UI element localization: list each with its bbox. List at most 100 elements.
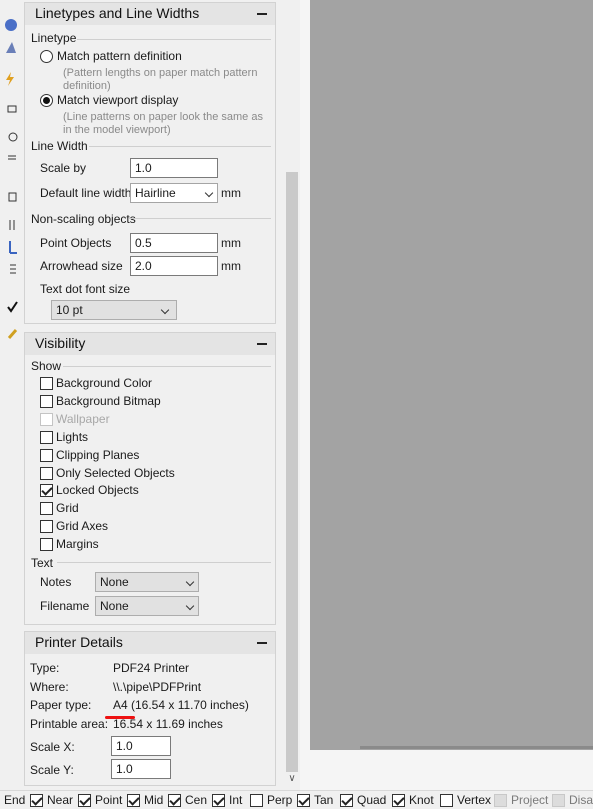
cone-tool-icon[interactable]	[2, 40, 18, 54]
grid-label[interactable]: Grid	[56, 501, 79, 515]
osnap-mid-checkbox[interactable]	[127, 794, 140, 808]
osnap-near[interactable]: Near	[30, 793, 73, 808]
osnap-perp-checkbox[interactable]	[250, 794, 263, 808]
chevron-down-icon	[185, 601, 195, 611]
printable-area-label: Printable area:	[30, 717, 109, 731]
circle-tool-icon[interactable]	[2, 130, 18, 144]
align-tool-icon[interactable]	[2, 240, 18, 254]
lightning-tool-icon[interactable]	[2, 72, 18, 86]
match-pattern-radio[interactable]	[40, 50, 53, 63]
osnap-int-label: Int	[229, 793, 243, 807]
osnap-near-checkbox[interactable]	[30, 794, 43, 808]
arrowhead-size-label: Arrowhead size	[40, 259, 123, 273]
osnap-int-checkbox[interactable]	[212, 794, 225, 808]
section-divider	[57, 562, 271, 563]
osnap-vertex-checkbox[interactable]	[440, 794, 453, 808]
lights-label[interactable]: Lights	[56, 430, 88, 444]
scale-by-input[interactable]: 1.0	[130, 158, 218, 178]
locked-objects-label[interactable]: Locked Objects	[56, 483, 139, 497]
scroll-down-icon[interactable]: ∨	[286, 772, 298, 786]
collapse-icon[interactable]	[257, 642, 267, 644]
grid-axes-checkbox[interactable]	[40, 520, 53, 533]
osnap-end[interactable]: End	[4, 793, 25, 808]
osnap-point[interactable]: Point	[78, 793, 122, 808]
filename-label: Filename	[40, 599, 90, 613]
rectangle-tool-icon[interactable]	[2, 102, 18, 116]
match-viewport-label[interactable]: Match viewport display	[57, 93, 178, 107]
text-section-label: Text	[31, 556, 54, 570]
osnap-vertex[interactable]: Vertex	[440, 793, 491, 808]
layout-viewport[interactable]	[310, 0, 593, 750]
osnap-int[interactable]: Int	[212, 793, 242, 808]
default-line-width-unit: mm	[221, 186, 241, 200]
point-objects-input[interactable]: 0.5	[130, 233, 218, 253]
filename-select[interactable]: None	[95, 596, 199, 616]
clipping-planes-checkbox[interactable]	[40, 449, 53, 462]
viewport-horizontal-scrollbar[interactable]	[360, 746, 593, 749]
line-width-section-label: Line Width	[31, 139, 88, 153]
osnap-mid-label: Mid	[144, 793, 164, 807]
wallpaper-label: Wallpaper	[56, 412, 110, 426]
dimension-tool-icon[interactable]	[2, 150, 18, 164]
match-viewport-radio[interactable]	[40, 94, 53, 107]
margins-checkbox[interactable]	[40, 538, 53, 551]
transform-tool-icon[interactable]	[2, 218, 18, 232]
pencil-tool-icon[interactable]	[2, 326, 18, 340]
notes-label: Notes	[40, 575, 72, 589]
osnap-knot-checkbox[interactable]	[392, 794, 405, 808]
notes-select[interactable]: None	[95, 572, 199, 592]
match-viewport-hint: (Line patterns on paper look the same as…	[63, 111, 263, 136]
arrowhead-size-unit: mm	[221, 259, 241, 273]
text-dot-font-size-select[interactable]: 10 pt	[51, 300, 177, 320]
collapse-icon[interactable]	[257, 343, 267, 345]
linetypes-panel-header[interactable]: Linetypes and Line Widths	[25, 3, 275, 25]
osnap-knot[interactable]: Knot	[392, 793, 434, 808]
margins-label[interactable]: Margins	[56, 537, 99, 551]
osnap-project[interactable]: Project	[494, 793, 548, 808]
sphere-tool-icon[interactable]	[2, 18, 18, 32]
grid-axes-label[interactable]: Grid Axes	[56, 519, 108, 533]
scrollbar-thumb[interactable]	[286, 172, 298, 772]
box-tool-icon[interactable]	[2, 190, 18, 204]
text-dot-font-size-value: 10 pt	[56, 303, 83, 317]
osnap-disable-label: Disab	[569, 793, 593, 807]
scale-x-input[interactable]: 1.0	[111, 736, 171, 756]
non-scaling-section-label: Non-scaling objects	[31, 212, 136, 226]
printer-details-panel: Printer Details Type: PDF24 Printer Wher…	[24, 631, 276, 786]
default-line-width-label: Default line width	[40, 186, 132, 200]
background-color-checkbox[interactable]	[40, 377, 53, 390]
scale-y-input[interactable]: 1.0	[111, 759, 171, 779]
background-bitmap-label[interactable]: Background Bitmap	[56, 394, 161, 408]
osnap-project-checkbox[interactable]	[494, 794, 507, 808]
osnap-mid[interactable]: Mid	[127, 793, 163, 808]
locked-objects-checkbox[interactable]	[40, 484, 53, 497]
osnap-perp[interactable]: Perp	[250, 793, 292, 808]
grid-tool-icon[interactable]	[2, 262, 18, 276]
osnap-disable[interactable]: Disab	[552, 793, 593, 808]
paper-size-value: A4	[113, 698, 128, 712]
osnap-cen-checkbox[interactable]	[168, 794, 181, 808]
background-bitmap-checkbox[interactable]	[40, 395, 53, 408]
filename-value: None	[100, 599, 129, 613]
printable-area-value: 16.54 x 11.69 inches	[113, 717, 223, 731]
osnap-tan[interactable]: Tan	[297, 793, 333, 808]
lights-checkbox[interactable]	[40, 431, 53, 444]
printer-details-panel-header[interactable]: Printer Details	[25, 632, 275, 654]
osnap-disable-checkbox[interactable]	[552, 794, 565, 808]
check-tool-icon[interactable]	[2, 300, 18, 314]
osnap-tan-checkbox[interactable]	[297, 794, 310, 808]
arrowhead-size-input[interactable]: 2.0	[130, 256, 218, 276]
only-selected-objects-label[interactable]: Only Selected Objects	[56, 466, 175, 480]
match-pattern-label[interactable]: Match pattern definition	[57, 49, 182, 63]
osnap-point-checkbox[interactable]	[78, 794, 91, 808]
osnap-cen[interactable]: Cen	[168, 793, 207, 808]
collapse-icon[interactable]	[257, 13, 267, 15]
only-selected-objects-checkbox[interactable]	[40, 467, 53, 480]
background-color-label[interactable]: Background Color	[56, 376, 152, 390]
default-line-width-select[interactable]: Hairline	[130, 183, 218, 203]
osnap-quad[interactable]: Quad	[340, 793, 386, 808]
visibility-panel-header[interactable]: Visibility	[25, 333, 275, 355]
osnap-quad-checkbox[interactable]	[340, 794, 353, 808]
clipping-planes-label[interactable]: Clipping Planes	[56, 448, 139, 462]
grid-checkbox[interactable]	[40, 502, 53, 515]
